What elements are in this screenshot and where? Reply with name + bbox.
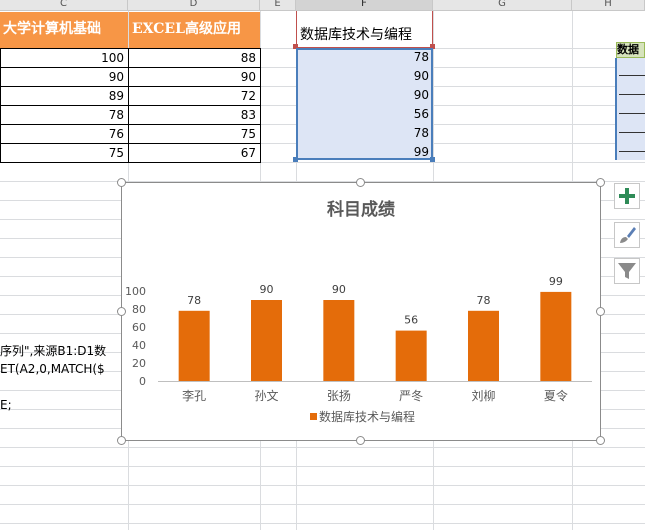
x-tick-label: 李孔 — [182, 388, 206, 403]
chart-styles-button[interactable] — [614, 222, 640, 248]
chart-resize-handle[interactable] — [117, 436, 126, 445]
x-tick-label: 严冬 — [399, 388, 423, 403]
column-header-h[interactable]: H — [572, 0, 645, 11]
data-label: 56 — [404, 314, 418, 327]
chart-resize-handle[interactable] — [356, 436, 365, 445]
cell-f7[interactable]: 99 — [296, 143, 433, 160]
cell-d2[interactable]: 88 — [128, 48, 261, 68]
x-tick-label: 夏令 — [544, 388, 568, 403]
range-handle — [293, 157, 298, 162]
chart-container[interactable]: 科目成绩 0 20 40 60 80 100 78 李孔 90 孙文 90 张扬 56 严冬 78 刘柳 99 夏… — [121, 182, 601, 441]
cell-f5[interactable]: 56 — [296, 105, 433, 124]
cell-c5[interactable]: 78 — [0, 105, 129, 125]
header-cell-d[interactable]: EXCEL高级应用 — [129, 12, 260, 48]
legend-swatch — [310, 413, 317, 420]
chart-plot: 0 20 40 60 80 100 78 李孔 90 孙文 90 张扬 56 严冬 78 刘柳 99 夏令数据库技… — [125, 275, 592, 424]
column-header-c[interactable]: C — [0, 0, 128, 11]
h-row-lines — [619, 58, 645, 160]
cell-c7[interactable]: 75 — [0, 143, 129, 163]
cell-f2[interactable]: 78 — [296, 48, 433, 67]
cell-c4[interactable]: 89 — [0, 86, 129, 106]
y-tick-label: 20 — [132, 357, 146, 370]
header-cell-c[interactable]: 大学计算机基础 — [0, 12, 128, 48]
bar — [540, 291, 572, 381]
chart-resize-handle[interactable] — [596, 307, 605, 316]
y-tick-label: 0 — [139, 375, 146, 388]
column-header-e[interactable]: E — [260, 0, 296, 11]
chart-filters-button[interactable] — [614, 258, 640, 284]
chart-resize-handle[interactable] — [117, 178, 126, 187]
column-header-d[interactable]: D — [128, 0, 260, 11]
column-header-g[interactable]: G — [433, 0, 572, 11]
cell-f4[interactable]: 90 — [296, 86, 433, 105]
legend-label: 数据库技术与编程 — [319, 409, 415, 424]
x-tick-label: 刘柳 — [471, 389, 495, 403]
y-tick-label: 80 — [132, 303, 146, 316]
bar — [251, 300, 282, 381]
x-tick-label: 孙文 — [254, 388, 278, 403]
cell-d5[interactable]: 83 — [128, 105, 261, 125]
note-text-3[interactable]: E; — [0, 396, 122, 414]
y-tick-label: 40 — [132, 339, 146, 352]
data-label: 78 — [187, 294, 201, 307]
bar — [323, 300, 355, 381]
cell-d3[interactable]: 90 — [128, 67, 261, 87]
chart-elements-button[interactable] — [614, 183, 640, 209]
note-text-1[interactable]: 序列",来源B1:D1数 — [0, 342, 122, 360]
filter-icon — [618, 263, 636, 279]
cell-c6[interactable]: 76 — [0, 124, 129, 144]
cell-c2[interactable]: 100 — [0, 48, 129, 68]
cell-d7[interactable]: 67 — [128, 143, 261, 163]
x-tick-label: 张扬 — [327, 388, 351, 403]
data-label: 90 — [260, 283, 274, 296]
chart-resize-handle[interactable] — [356, 178, 365, 187]
bar — [395, 330, 427, 381]
column-header-f[interactable]: F — [296, 0, 433, 11]
cell-d4[interactable]: 72 — [128, 86, 261, 106]
header-cell-h[interactable]: 数据 — [616, 42, 645, 58]
chart-resize-handle[interactable] — [596, 436, 605, 445]
chart-resize-handle[interactable] — [117, 307, 126, 316]
note-text-2[interactable]: ET(A2,0,MATCH($ — [0, 360, 122, 378]
y-tick-label: 60 — [132, 321, 146, 334]
data-label: 78 — [477, 294, 491, 307]
data-label: 90 — [332, 283, 346, 296]
y-tick-label: 100 — [125, 285, 146, 298]
cell-f3[interactable]: 90 — [296, 67, 433, 86]
bar — [178, 310, 210, 381]
plus-icon — [619, 188, 635, 204]
header-cell-f[interactable]: 数据库技术与编程 — [296, 11, 433, 48]
bar — [468, 310, 499, 381]
cell-d6[interactable]: 75 — [128, 124, 261, 144]
range-handle — [430, 157, 435, 162]
cell-f6[interactable]: 78 — [296, 124, 433, 143]
cell-c3[interactable]: 90 — [0, 67, 129, 87]
chart-resize-handle[interactable] — [596, 178, 605, 187]
data-label: 99 — [549, 275, 563, 288]
paintbrush-icon — [620, 227, 636, 243]
